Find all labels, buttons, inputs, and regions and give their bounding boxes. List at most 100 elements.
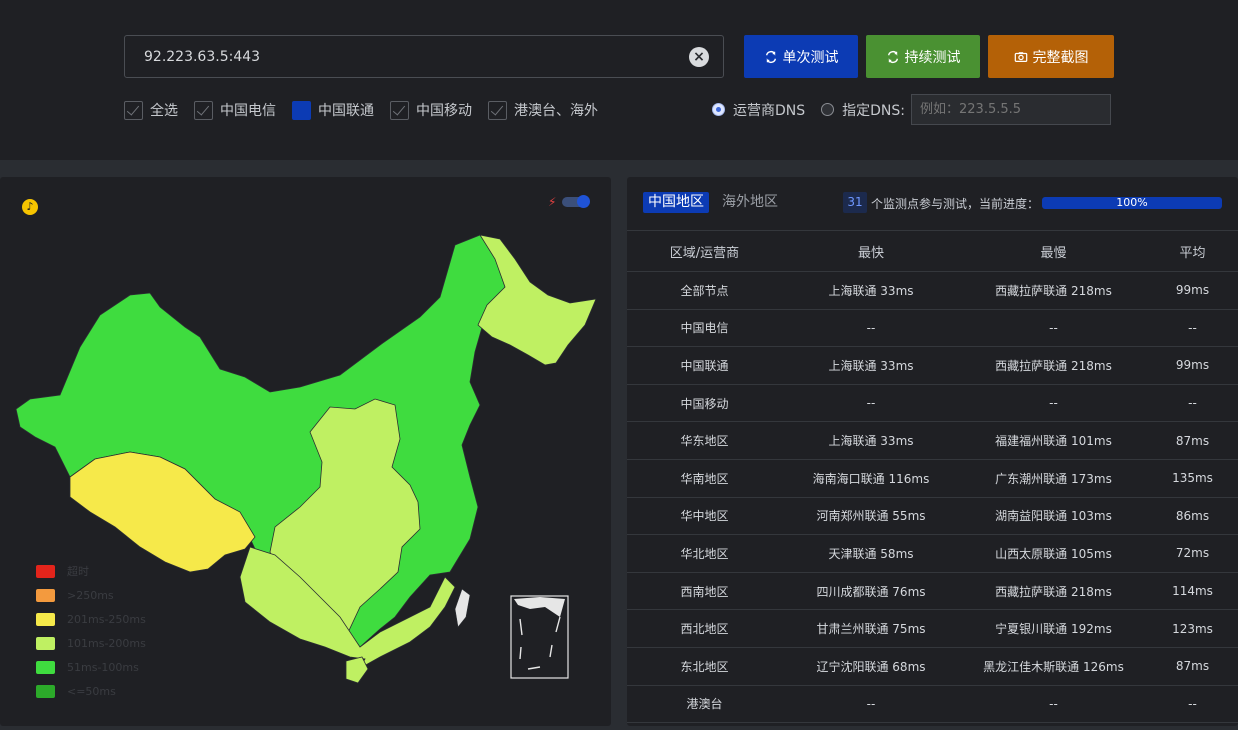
cell-average: -- (1147, 309, 1238, 348)
logo-icon: ♪ (22, 199, 38, 215)
table-row: 华中地区 河南郑州联通 55ms 湖南益阳联通 103ms 86ms (627, 497, 1238, 536)
filter-hk-overseas[interactable]: 港澳台、海外 (488, 100, 598, 120)
target-input[interactable] (125, 36, 685, 77)
results-table: 区域/运营商 最快 最慢 平均 全部节点 上海联通 33ms 西藏拉萨联通 218m… (627, 230, 1238, 724)
checkbox[interactable] (194, 100, 213, 120)
filter-all[interactable]: 全选 (124, 100, 178, 120)
tab-china[interactable]: 中国地区 (643, 192, 709, 213)
node-count-badge: 31 (843, 192, 867, 213)
map-toggle[interactable] (562, 195, 590, 208)
table-row: 华北地区 天津联通 58ms 山西太原联通 105ms 72ms (627, 534, 1238, 573)
custom-dns-radio[interactable] (821, 103, 835, 116)
legend-swatch (36, 588, 55, 602)
legend-item: 超时 (36, 559, 146, 583)
carrier-dns-label: 运营商DNS (733, 102, 806, 119)
filter-unicom[interactable]: 中国联通 (292, 100, 374, 120)
legend-label: 超时 (67, 565, 89, 578)
table-row: 中国联通 上海联通 33ms 西藏拉萨联通 218ms 99ms (627, 346, 1238, 385)
dns-selector: 运营商DNS 指定DNS: (712, 94, 1111, 125)
cell-average: 114ms (1147, 572, 1238, 611)
legend-item: 201ms-250ms (36, 607, 146, 631)
cell-slowest: 宁夏银川联通 192ms (960, 609, 1147, 648)
table-row: 中国移动 -- -- -- (627, 384, 1238, 423)
cell-slowest: 福建福州联通 101ms (960, 421, 1147, 460)
map-panel: ♪ ⚡ 超时 >250ms 201ms-250ms 101ms-200ms 51… (0, 177, 611, 726)
map-region-northeast[interactable] (477, 234, 597, 366)
cell-average: 135ms (1147, 459, 1238, 498)
checkbox[interactable] (292, 100, 311, 120)
legend-item: >250ms (36, 583, 146, 607)
cell-fastest: -- (782, 384, 960, 423)
checkbox[interactable] (488, 100, 507, 120)
filter-label: 中国电信 (220, 103, 276, 119)
screenshot-label: 完整截图 (1032, 49, 1089, 66)
table-row: 华东地区 上海联通 33ms 福建福州联通 101ms 87ms (627, 421, 1238, 460)
cell-region: 东北地区 (627, 647, 782, 686)
target-input-wrapper: × (124, 35, 724, 78)
column-header-slowest: 最慢 (960, 230, 1147, 272)
camera-icon (1014, 51, 1027, 62)
filter-label: 中国移动 (416, 103, 472, 119)
screenshot-button[interactable]: 完整截图 (988, 35, 1114, 78)
cell-slowest: -- (960, 384, 1147, 423)
cell-fastest: 海南海口联通 116ms (782, 459, 960, 498)
column-header-average: 平均 (1147, 230, 1238, 272)
table-row: 华南地区 海南海口联通 116ms 广东潮州联通 173ms 135ms (627, 459, 1238, 498)
progress-bar: 100% (1042, 197, 1222, 209)
repeat-icon (887, 50, 898, 63)
tab-overseas[interactable]: 海外地区 (717, 192, 783, 213)
cell-fastest: -- (782, 309, 960, 348)
filter-label: 中国联通 (318, 103, 374, 119)
cell-average: 87ms (1147, 421, 1238, 460)
legend-label: 101ms-200ms (67, 636, 146, 650)
clear-input-icon[interactable]: × (689, 47, 709, 67)
cell-region: 华北地区 (627, 534, 782, 573)
checkbox[interactable] (390, 100, 409, 120)
carrier-dns-radio[interactable] (712, 103, 725, 116)
cell-average: 99ms (1147, 271, 1238, 310)
custom-dns-input[interactable] (911, 94, 1111, 125)
filter-telecom[interactable]: 中国电信 (194, 100, 276, 120)
cell-slowest: 黑龙江佳木斯联通 126ms (960, 647, 1147, 686)
checkbox[interactable] (124, 100, 143, 120)
progress-label: 100% (1116, 197, 1148, 209)
legend-label: >250ms (67, 588, 114, 602)
cell-slowest: -- (960, 685, 1147, 724)
table-row: 港澳台 -- -- -- (627, 685, 1238, 724)
table-row: 全部节点 上海联通 33ms 西藏拉萨联通 218ms 99ms (627, 271, 1238, 310)
table-row: 西北地区 甘肃兰州联通 75ms 宁夏银川联通 192ms 123ms (627, 609, 1238, 648)
cell-fastest: 河南郑州联通 55ms (782, 497, 960, 536)
cell-average: 86ms (1147, 497, 1238, 536)
continuous-test-button[interactable]: 持续测试 (866, 35, 980, 78)
cell-region: 华南地区 (627, 459, 782, 498)
legend-swatch (36, 684, 55, 698)
cell-fastest: 上海联通 33ms (782, 421, 960, 460)
cell-fastest: 辽宁沈阳联通 68ms (782, 647, 960, 686)
cell-region: 中国移动 (627, 384, 782, 423)
map-legend: 超时 >250ms 201ms-250ms 101ms-200ms 51ms-1… (36, 559, 146, 703)
table-row: 中国电信 -- -- -- (627, 309, 1238, 348)
map-region-taiwan[interactable] (454, 588, 471, 628)
legend-swatch (36, 612, 55, 626)
cell-region: 全部节点 (627, 271, 782, 310)
custom-dns-label: 指定DNS: (842, 102, 905, 119)
cell-average: -- (1147, 685, 1238, 724)
table-row: 东北地区 辽宁沈阳联通 68ms 黑龙江佳木斯联通 126ms 87ms (627, 647, 1238, 686)
inset-coastline (514, 597, 565, 617)
cell-slowest: 广东潮州联通 173ms (960, 459, 1147, 498)
single-test-button[interactable]: 单次测试 (744, 35, 858, 78)
cell-average: 99ms (1147, 346, 1238, 385)
cell-average: 123ms (1147, 609, 1238, 648)
filter-mobile[interactable]: 中国移动 (390, 100, 472, 120)
filter-label: 港澳台、海外 (514, 103, 598, 119)
cell-fastest: 上海联通 33ms (782, 271, 960, 310)
cell-average: 87ms (1147, 647, 1238, 686)
toggle-knob (577, 195, 590, 208)
cell-slowest: 西藏拉萨联通 218ms (960, 346, 1147, 385)
cell-fastest: -- (782, 685, 960, 724)
cell-slowest: 西藏拉萨联通 218ms (960, 271, 1147, 310)
filter-label: 全选 (150, 103, 178, 119)
cell-region: 港澳台 (627, 685, 782, 724)
top-panel: × 单次测试 持续测试 完整截图 全选 中国电信 中国联通 中国移动 港澳台、海… (0, 0, 1238, 160)
continuous-test-label: 持续测试 (904, 49, 961, 66)
